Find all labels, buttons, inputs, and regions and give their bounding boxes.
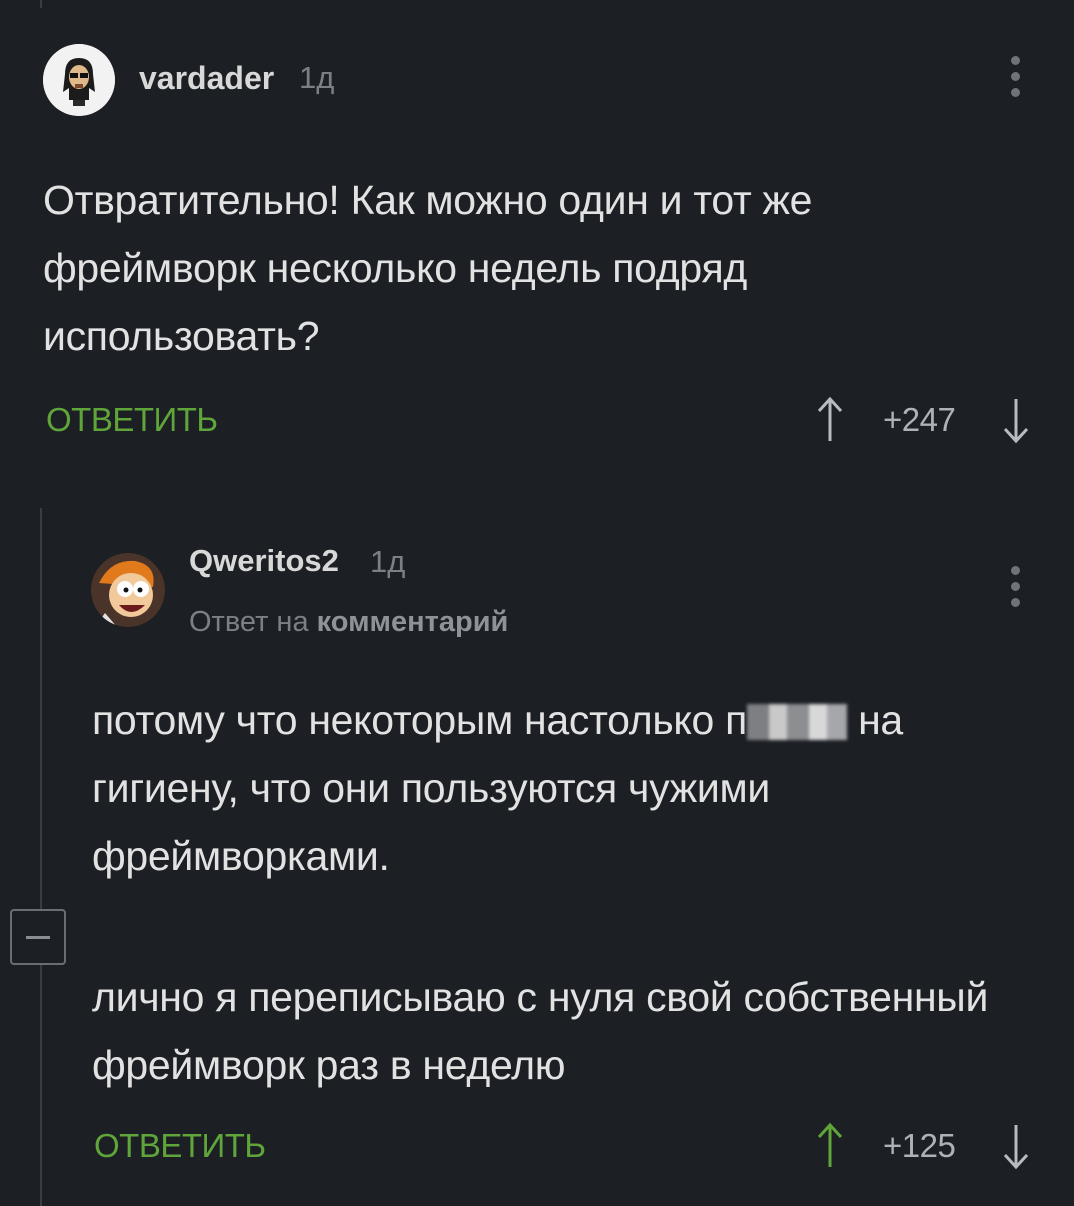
vote-up-icon[interactable] [815,395,845,445]
comment-text-part: потому что некоторым настолько п [92,697,747,743]
vote-down-icon[interactable] [1001,395,1031,445]
vote-down-icon[interactable] [1001,1121,1031,1171]
username[interactable]: vardader [139,60,274,97]
reply-button[interactable]: ответить [46,401,218,439]
comment-text: лично я переписываю с нуля свой собствен… [92,974,989,1088]
vote-score: +247 [883,401,956,438]
avatar[interactable] [91,553,165,627]
more-vertical-icon[interactable] [1007,56,1023,97]
avatar[interactable] [43,44,115,116]
avatar-image-icon [91,553,165,627]
reply-prefix: Ответ на [189,606,309,638]
comment-time: 1д [299,60,335,95]
collapse-icon[interactable] [10,909,66,965]
thread-line [40,508,42,909]
reply-context: Ответ на комментарий [189,606,508,639]
username[interactable]: Qweritos2 [189,543,339,579]
avatar-image-icon [43,44,115,116]
thread-line [40,965,42,1206]
comment-text: Отвратительно! Как можно один и тот же ф… [43,177,813,359]
reply-target-link[interactable]: комментарий [317,606,509,638]
reply-button[interactable]: ответить [94,1127,266,1165]
comment-text: потому что некоторым настолько п на гиги… [92,686,1012,890]
censored-word [747,704,847,740]
vote-up-icon[interactable] [815,1121,845,1171]
thread-line-top [40,0,42,8]
vote-score: +125 [883,1127,956,1164]
more-vertical-icon[interactable] [1007,566,1023,607]
comment-time: 1д [370,544,406,579]
